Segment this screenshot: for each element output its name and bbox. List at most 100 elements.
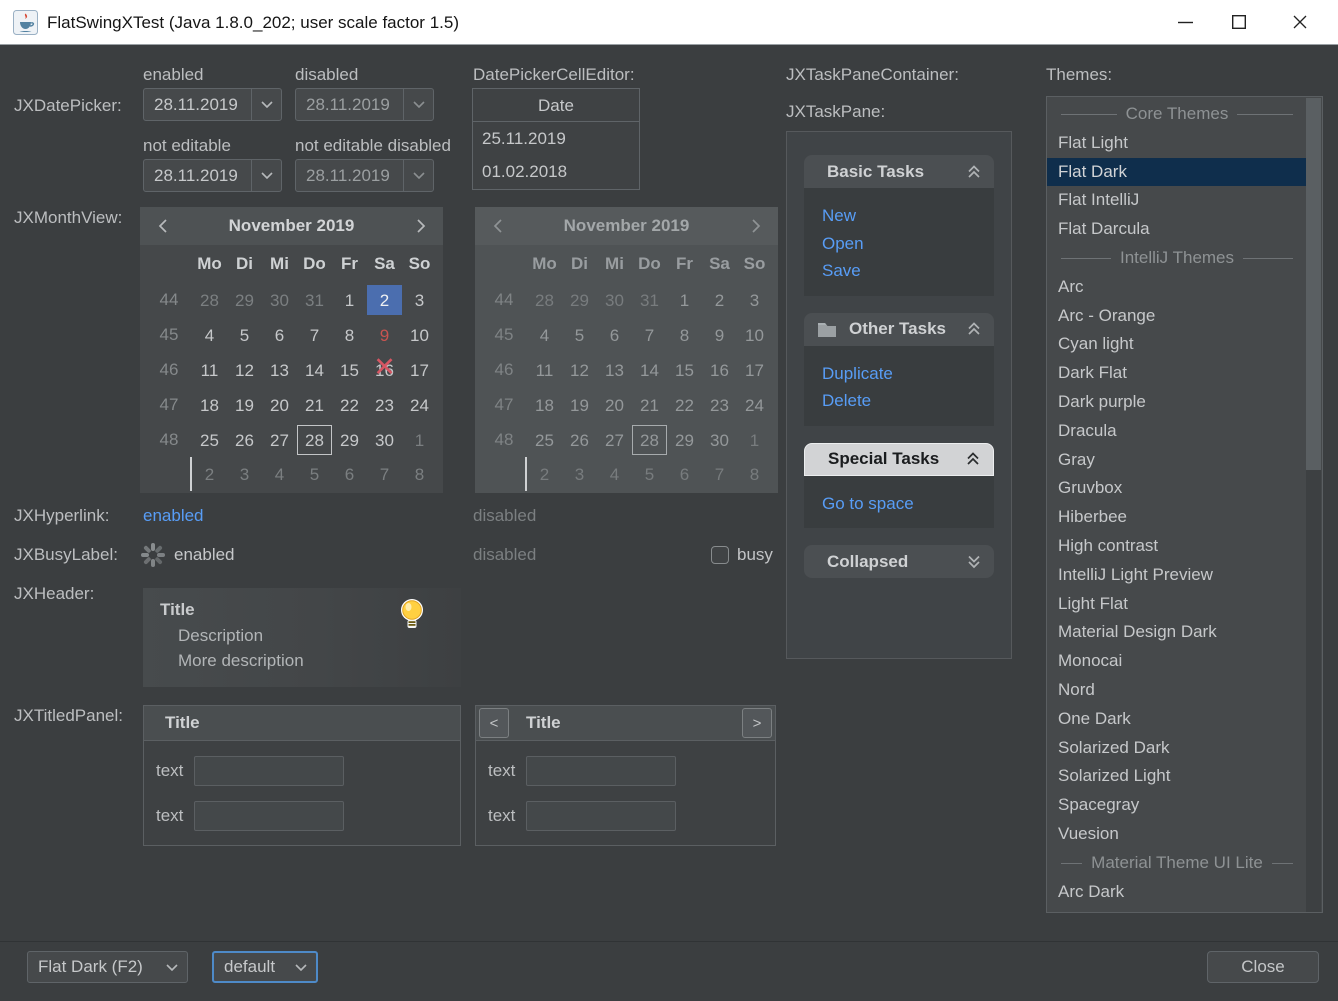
theme-item[interactable]: Hiberbee — [1047, 503, 1307, 532]
task-link[interactable]: Delete — [822, 387, 976, 415]
calendar-day[interactable]: 5 — [227, 320, 262, 350]
calendar-day[interactable]: 3 — [402, 285, 437, 315]
calendar-day[interactable]: 10 — [402, 320, 437, 350]
calendar-day[interactable]: 19 — [227, 390, 262, 420]
chevron-double-up-icon[interactable] — [966, 452, 980, 466]
calendar-day[interactable]: 7 — [367, 459, 402, 489]
calendar-day[interactable]: 25 — [192, 425, 227, 455]
table-row[interactable]: 25.11.2019 — [473, 122, 639, 155]
theme-item[interactable]: Cyan light — [1047, 330, 1307, 359]
task-link[interactable]: Go to space — [822, 490, 976, 518]
date-cell-editor-table[interactable]: Date 25.11.2019 01.02.2018 — [472, 88, 640, 190]
checkbox-busy[interactable]: busy — [711, 545, 773, 565]
chevron-down-icon[interactable] — [286, 953, 316, 981]
next-month-button[interactable] — [399, 219, 443, 233]
theme-item[interactable]: Dracula — [1047, 417, 1307, 446]
theme-item[interactable]: Arc Dark Contrast — [1047, 906, 1307, 913]
checkbox-box[interactable] — [711, 546, 729, 564]
task-link[interactable]: Save — [822, 257, 976, 285]
datepicker-not-editable[interactable]: 28.11.2019 — [143, 159, 282, 192]
calendar-day[interactable]: 11 — [192, 355, 227, 385]
next-button[interactable]: > — [742, 708, 772, 738]
table-row[interactable]: 01.02.2018 — [473, 155, 639, 188]
theme-item[interactable]: Solarized Dark — [1047, 734, 1307, 763]
task-link[interactable]: Open — [822, 230, 976, 258]
theme-item[interactable]: High contrast — [1047, 532, 1307, 561]
theme-item[interactable]: IntelliJ Light Preview — [1047, 561, 1307, 590]
calendar-day[interactable]: 24 — [402, 390, 437, 420]
table-column-header[interactable]: Date — [473, 89, 639, 122]
calendar-day[interactable]: 16 — [367, 355, 402, 385]
theme-item[interactable]: Arc Dark — [1047, 878, 1307, 907]
maximize-button[interactable] — [1216, 0, 1262, 44]
theme-item[interactable]: Arc — [1047, 273, 1307, 302]
theme-item[interactable]: Dark Flat — [1047, 359, 1307, 388]
chevron-down-icon[interactable] — [251, 89, 281, 120]
calendar-day[interactable]: 1 — [332, 285, 367, 315]
datepicker-enabled[interactable]: 28.11.2019 — [143, 88, 282, 121]
calendar-day[interactable]: 29 — [332, 425, 367, 455]
calendar-day[interactable]: 7 — [297, 320, 332, 350]
calendar-day[interactable]: 20 — [262, 390, 297, 420]
close-button[interactable]: Close — [1207, 951, 1319, 983]
theme-item[interactable]: Solarized Light — [1047, 762, 1307, 791]
theme-item[interactable]: Spacegray — [1047, 791, 1307, 820]
theme-item[interactable]: Arc - Orange — [1047, 302, 1307, 331]
calendar-day[interactable]: 1 — [402, 425, 437, 455]
theme-item[interactable]: Gruvbox — [1047, 474, 1307, 503]
theme-item[interactable]: Gray — [1047, 446, 1307, 475]
taskpane-group-header[interactable]: Special Tasks — [804, 443, 994, 476]
task-link[interactable]: New — [822, 202, 976, 230]
scrollbar-thumb[interactable] — [1306, 98, 1321, 470]
calendar-day[interactable]: 18 — [192, 390, 227, 420]
scrollbar[interactable] — [1306, 98, 1321, 913]
themes-list[interactable]: Core ThemesFlat LightFlat DarkFlat Intel… — [1046, 96, 1323, 913]
theme-item[interactable]: Flat Dark — [1047, 158, 1307, 187]
calendar-day[interactable]: 8 — [332, 320, 367, 350]
hyperlink-enabled[interactable]: enabled — [143, 506, 204, 526]
close-window-button[interactable] — [1277, 0, 1323, 44]
prev-button[interactable]: < — [479, 708, 509, 738]
calendar-day[interactable]: 28 — [192, 285, 227, 315]
calendar-day[interactable]: 27 — [262, 425, 297, 455]
theme-item[interactable]: Material Design Dark — [1047, 618, 1307, 647]
font-size-combobox[interactable]: default — [212, 951, 318, 983]
calendar-day[interactable]: 22 — [332, 390, 367, 420]
calendar-day[interactable]: 5 — [297, 459, 332, 489]
calendar-day[interactable]: 3 — [227, 459, 262, 489]
calendar-day[interactable]: 15 — [332, 355, 367, 385]
calendar-day[interactable]: 4 — [192, 320, 227, 350]
calendar-day[interactable]: 14 — [297, 355, 332, 385]
calendar-day[interactable]: 28 — [297, 425, 332, 455]
calendar-day[interactable]: 13 — [262, 355, 297, 385]
chevron-down-icon[interactable] — [251, 160, 281, 191]
monthview-enabled[interactable]: November 2019 MoDiMiDoFrSaSo 44282930311… — [140, 207, 443, 493]
calendar-day[interactable]: 23 — [367, 390, 402, 420]
calendar-day[interactable]: 21 — [297, 390, 332, 420]
chevron-down-icon[interactable] — [157, 952, 187, 982]
laf-combobox[interactable]: Flat Dark (F2) — [27, 951, 188, 983]
theme-item[interactable]: One Dark — [1047, 705, 1307, 734]
prev-month-button[interactable] — [140, 219, 184, 233]
calendar-day[interactable]: 6 — [332, 459, 367, 489]
theme-item[interactable]: Nord — [1047, 676, 1307, 705]
calendar-day[interactable]: 12 — [227, 355, 262, 385]
text-input[interactable] — [194, 756, 344, 786]
calendar-day[interactable]: 2 — [367, 285, 402, 315]
theme-item[interactable]: Vuesion — [1047, 820, 1307, 849]
calendar-day[interactable]: 17 — [402, 355, 437, 385]
chevron-double-down-icon[interactable] — [967, 555, 981, 569]
taskpane-group-header[interactable]: Basic Tasks — [804, 155, 994, 188]
calendar-day[interactable]: 30 — [367, 425, 402, 455]
calendar-day[interactable]: 29 — [227, 285, 262, 315]
calendar-day[interactable]: 4 — [262, 459, 297, 489]
calendar-day[interactable]: 9 — [367, 320, 402, 350]
chevron-double-up-icon[interactable] — [967, 165, 981, 179]
task-link[interactable]: Duplicate — [822, 360, 976, 388]
theme-item[interactable]: Dark purple — [1047, 388, 1307, 417]
taskpane-group-header[interactable]: Other Tasks — [804, 313, 994, 346]
minimize-button[interactable] — [1162, 0, 1208, 44]
calendar-day[interactable]: 8 — [402, 459, 437, 489]
text-input[interactable] — [526, 801, 676, 831]
text-input[interactable] — [526, 756, 676, 786]
